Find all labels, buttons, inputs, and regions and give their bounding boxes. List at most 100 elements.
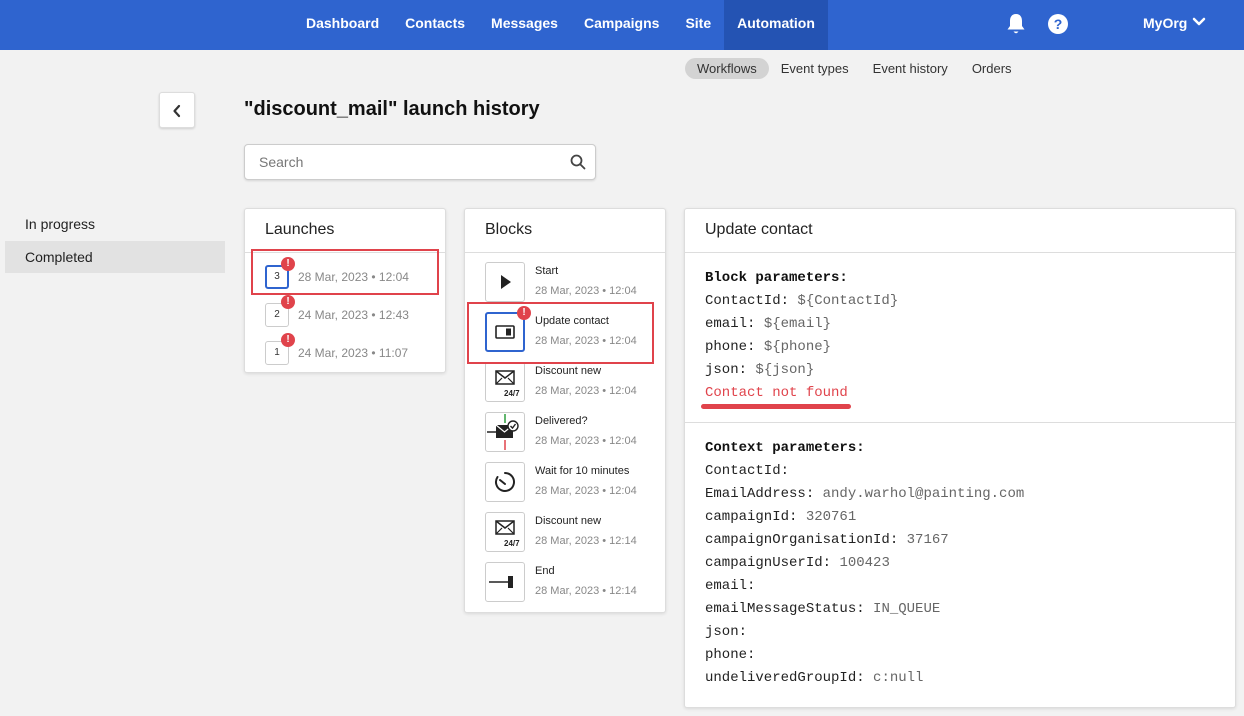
highlight-box	[251, 249, 439, 295]
param-row: email:	[705, 575, 1235, 598]
block-parameters-title: Block parameters:	[705, 270, 848, 286]
help-icon[interactable]: ?	[1048, 14, 1068, 34]
block-badge: 24/7	[504, 389, 520, 398]
org-switcher[interactable]: MyOrg	[1143, 15, 1187, 31]
param-row: campaignId: 320761	[705, 506, 1235, 529]
timer-icon	[495, 472, 515, 492]
param-value: ${ContactId}	[797, 293, 899, 309]
block-name: Start	[535, 265, 559, 277]
block-date: 28 Mar, 2023 • 12:04	[535, 435, 637, 447]
block-date: 28 Mar, 2023 • 12:14	[535, 585, 637, 597]
param-row: phone:	[705, 644, 1235, 667]
block-icon-box	[485, 262, 525, 302]
block-item[interactable]: End 28 Mar, 2023 • 12:14	[485, 562, 665, 606]
block-icon-box: 24/7	[485, 512, 525, 552]
param-key: undeliveredGroupId:	[705, 670, 865, 686]
error-badge-icon: !	[281, 295, 295, 309]
block-item[interactable]: 24/7 Discount new 28 Mar, 2023 • 12:04	[485, 362, 665, 406]
param-key: json:	[705, 362, 748, 378]
highlight-underline	[701, 404, 851, 409]
sub-nav: Workflows Event types Event history Orde…	[685, 58, 1024, 79]
main-nav: Dashboard Contacts Messages Campaigns Si…	[293, 0, 828, 50]
block-icon-box	[485, 412, 525, 452]
param-row: campaignOrganisationId: 37167	[705, 529, 1235, 552]
context-parameters-title: Context parameters:	[705, 440, 865, 456]
block-date: 28 Mar, 2023 • 12:04	[535, 485, 637, 497]
details-panel: Update contact Block parameters: Contact…	[684, 208, 1236, 708]
end-icon	[489, 576, 513, 588]
error-message: Contact not found	[705, 385, 848, 401]
block-date: 28 Mar, 2023 • 12:04	[535, 385, 637, 397]
block-name: Wait for 10 minutes	[535, 465, 630, 477]
block-date: 28 Mar, 2023 • 12:04	[535, 285, 637, 297]
param-row: email: ${email}	[705, 313, 1235, 336]
param-value: 37167	[906, 532, 949, 548]
param-value: 320761	[805, 509, 857, 525]
param-value: ${phone}	[763, 339, 832, 355]
launch-item[interactable]: 2 ! 24 Mar, 2023 • 12:43	[265, 295, 445, 333]
param-value: andy.warhol@painting.com	[822, 486, 1025, 502]
page-title: "discount_mail" launch history	[244, 98, 540, 120]
nav-messages[interactable]: Messages	[478, 0, 571, 50]
mail-delivered-icon	[487, 414, 519, 450]
param-row: phone: ${phone}	[705, 336, 1235, 359]
bell-icon[interactable]	[1005, 12, 1027, 36]
block-item[interactable]: Wait for 10 minutes 28 Mar, 2023 • 12:04	[485, 462, 665, 506]
param-key: campaignId:	[705, 509, 798, 525]
tab-orders[interactable]: Orders	[960, 58, 1024, 79]
highlight-box	[467, 302, 654, 364]
param-key: phone:	[705, 339, 756, 355]
blocks-panel: Blocks Start 28 Mar, 2023 • 12:04 ! Upda…	[464, 208, 666, 613]
param-value: IN_QUEUE	[873, 601, 941, 617]
details-title: Update contact	[685, 209, 1235, 253]
param-row: undeliveredGroupId: c:null	[705, 667, 1235, 690]
sidebar-item-in-progress[interactable]: In progress	[5, 208, 225, 240]
search-box	[244, 144, 596, 180]
context-parameters-section: Context parameters: ContactId: EmailAddr…	[685, 423, 1235, 690]
nav-automation[interactable]: Automation	[724, 0, 828, 50]
block-name: Delivered?	[535, 415, 588, 427]
param-value: ${email}	[763, 316, 832, 332]
param-row: campaignUserId: 100423	[705, 552, 1235, 575]
block-badge: 24/7	[504, 539, 520, 548]
search-icon[interactable]	[570, 154, 586, 170]
param-key: EmailAddress:	[705, 486, 815, 502]
search-input[interactable]	[259, 154, 559, 170]
block-icon-box: 24/7	[485, 362, 525, 402]
block-name: End	[535, 565, 555, 577]
tab-event-types[interactable]: Event types	[769, 58, 861, 79]
launch-date: 24 Mar, 2023 • 12:43	[298, 308, 409, 322]
block-item[interactable]: Start 28 Mar, 2023 • 12:04	[485, 262, 665, 306]
chevron-left-icon	[173, 104, 181, 118]
error-badge-icon: !	[281, 333, 295, 347]
back-button[interactable]	[159, 92, 195, 128]
param-key: emailMessageStatus:	[705, 601, 865, 617]
launch-item[interactable]: 1 ! 24 Mar, 2023 • 11:07	[265, 333, 445, 371]
param-key: email:	[705, 316, 756, 332]
block-name: Discount new	[535, 515, 602, 527]
param-value: ${json}	[755, 362, 815, 378]
block-name: Discount new	[535, 365, 602, 377]
top-bar: Dashboard Contacts Messages Campaigns Si…	[0, 0, 1244, 50]
block-item[interactable]: Delivered? 28 Mar, 2023 • 12:04	[485, 412, 665, 456]
param-key: email:	[705, 578, 756, 594]
param-key: campaignOrganisationId:	[705, 532, 899, 548]
param-key: ContactId:	[705, 293, 790, 309]
nav-dashboard[interactable]: Dashboard	[293, 0, 392, 50]
tab-event-history[interactable]: Event history	[861, 58, 960, 79]
nav-site[interactable]: Site	[672, 0, 724, 50]
block-item[interactable]: 24/7 Discount new 28 Mar, 2023 • 12:14	[485, 512, 665, 556]
chevron-down-icon[interactable]	[1192, 17, 1206, 27]
param-value: 100423	[839, 555, 890, 571]
param-row: json:	[705, 621, 1235, 644]
param-value: c:null	[873, 670, 924, 686]
tab-workflows[interactable]: Workflows	[685, 58, 769, 79]
param-row: ContactId: ${ContactId}	[705, 290, 1235, 313]
nav-campaigns[interactable]: Campaigns	[571, 0, 672, 50]
param-row: emailMessageStatus: IN_QUEUE	[705, 598, 1235, 621]
sidebar-item-completed[interactable]: Completed	[5, 241, 225, 273]
nav-contacts[interactable]: Contacts	[392, 0, 478, 50]
param-row: ContactId:	[705, 460, 1235, 483]
play-icon	[501, 275, 511, 289]
param-row: EmailAddress: andy.warhol@painting.com	[705, 483, 1235, 506]
